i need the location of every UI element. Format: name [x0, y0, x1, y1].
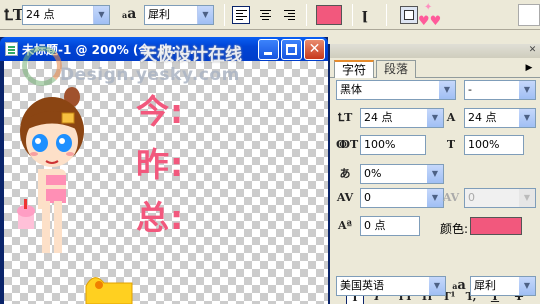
- tab-paragraph[interactable]: 段落: [376, 60, 417, 78]
- kerning-field[interactable]: 0 ▼: [360, 188, 444, 208]
- font-family-select[interactable]: 黑体 ▼: [336, 80, 456, 100]
- kerning-icon: AV: [336, 191, 354, 204]
- file-browser-icon[interactable]: [518, 4, 540, 26]
- baseline-shift-icon: Aª: [338, 219, 352, 232]
- close-icon: ✕: [308, 41, 321, 57]
- align-center-icon: [260, 10, 271, 21]
- font-style-select[interactable]: - ▼: [464, 80, 536, 100]
- canvas-text-line: 今:: [136, 92, 185, 131]
- align-left-icon: [236, 10, 247, 21]
- minimize-button[interactable]: [258, 39, 279, 60]
- baseline-shift-field[interactable]: 0 点: [360, 216, 420, 236]
- antialias-icon: aa: [122, 6, 137, 22]
- close-icon[interactable]: ✕: [527, 45, 538, 56]
- palettes-icon: [404, 10, 414, 20]
- maximize-icon: [286, 44, 297, 55]
- tracking-field: 0 ▼: [464, 188, 536, 208]
- divider: [224, 4, 225, 26]
- chevron-down-icon: ▼: [439, 81, 455, 99]
- color-swatch[interactable]: [470, 217, 522, 235]
- chevron-down-icon: ▼: [93, 6, 109, 24]
- horizontal-scale-field[interactable]: 100%: [464, 135, 524, 155]
- sparkle-icon: ✦: [424, 2, 433, 13]
- chevron-down-icon: ▼: [429, 277, 445, 295]
- align-right-icon: [284, 10, 295, 21]
- chevron-down-icon: ▼: [427, 109, 443, 127]
- tsume-icon: あ: [339, 167, 351, 180]
- horizontal-scale-icon: T: [446, 138, 456, 151]
- tab-character[interactable]: 字符: [334, 60, 375, 78]
- antialias-icon: aa: [452, 278, 466, 293]
- font-size-select[interactable]: 24 点 ▼: [22, 5, 110, 25]
- align-right-button[interactable]: [280, 6, 298, 24]
- panel-header[interactable]: ✕: [330, 44, 540, 58]
- watermark-site-text: Design.yesky.com: [60, 65, 240, 85]
- divider: [306, 4, 307, 26]
- canvas-text-line: 总:: [136, 198, 185, 237]
- divider: [352, 4, 353, 26]
- document-icon: [5, 42, 18, 56]
- text-color-swatch[interactable]: [316, 5, 342, 25]
- chevron-down-icon: ▼: [427, 189, 443, 207]
- chevron-down-icon: ▼: [427, 165, 443, 183]
- panel-menu-icon[interactable]: ▶: [522, 61, 536, 75]
- character-illustration: [17, 87, 133, 304]
- palettes-toggle-button[interactable]: [400, 6, 418, 24]
- chevron-down-icon: ▼: [519, 277, 535, 295]
- panel-tabs: 字符 段落 ▶: [330, 58, 540, 78]
- chevron-down-icon: ▼: [519, 81, 535, 99]
- color-label: 颜色:: [440, 222, 469, 236]
- tracking-icon: AV: [442, 191, 460, 204]
- canvas-text-line: 昨:: [136, 145, 185, 184]
- divider: [386, 4, 387, 26]
- leading-icon: A: [446, 111, 456, 124]
- align-center-button[interactable]: [256, 6, 274, 24]
- options-bar: ꝈT 24 点 ▼ aa 犀利 ▼ ꞁ ♥♥ ✦: [0, 0, 540, 30]
- chevron-down-icon: ▼: [197, 6, 213, 24]
- align-left-button[interactable]: [232, 6, 250, 24]
- chevron-down-icon: ▼: [519, 109, 535, 127]
- font-size-field[interactable]: 24 点 ▼: [360, 108, 444, 128]
- tsume-field[interactable]: 0% ▼: [360, 164, 444, 184]
- chevron-down-icon: ▼: [519, 189, 535, 207]
- text-orientation-icon[interactable]: ꝈT: [4, 6, 24, 24]
- hearts-sparkle-icon: ♥♥: [418, 14, 442, 29]
- font-size-icon: ꝈT: [337, 111, 353, 124]
- document-canvas[interactable]: 今: 昨: 总:: [4, 61, 328, 304]
- close-button[interactable]: ✕: [304, 39, 325, 60]
- vertical-scale-field[interactable]: 100%: [360, 135, 426, 155]
- watermark-cn-text: 天极设计在线: [140, 45, 242, 65]
- watermark-logo-icon: [22, 46, 62, 86]
- maximize-button[interactable]: [281, 39, 302, 60]
- character-panel: ✕ 字符 段落 ▶ 黑体 ▼ - ▼ ꝈT 24 点 ▼ A 24 点 ▼ ↂT…: [328, 44, 540, 304]
- leading-field[interactable]: 24 点 ▼: [464, 108, 536, 128]
- antialias-select[interactable]: 犀利 ▼: [144, 5, 214, 25]
- antialias-select[interactable]: 犀利 ▼: [470, 276, 536, 296]
- vertical-scale-icon: ↂT: [336, 138, 359, 151]
- language-select[interactable]: 美国英语 ▼: [336, 276, 446, 296]
- minimize-icon: [264, 52, 272, 55]
- warp-text-icon[interactable]: ꞁ: [362, 5, 368, 23]
- photoshop-workspace: ꝈT 24 点 ▼ aa 犀利 ▼ ꞁ ♥♥ ✦ 未标题-1 @ 200% (今…: [0, 0, 540, 304]
